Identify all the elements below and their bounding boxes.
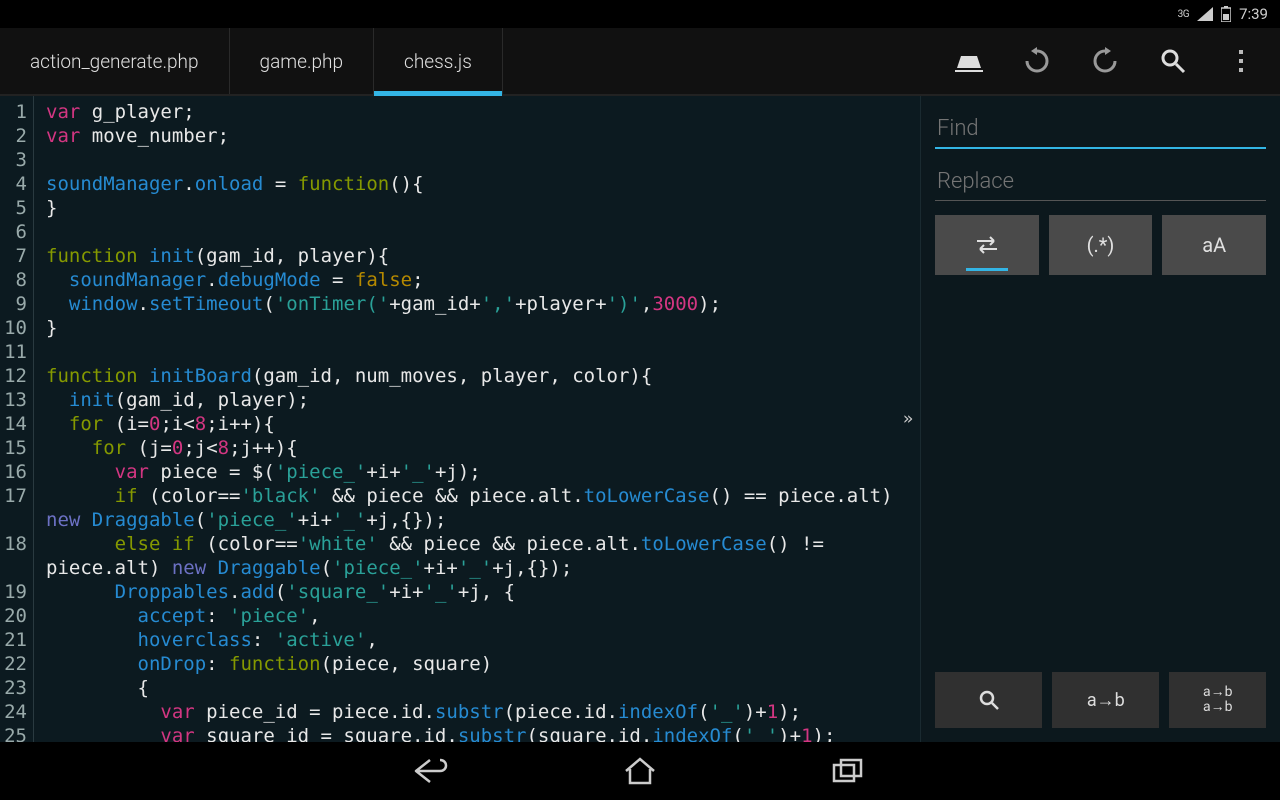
find-input[interactable] (935, 110, 1266, 149)
replace-input[interactable] (935, 163, 1266, 201)
redo-icon[interactable] (1086, 42, 1124, 80)
home-button[interactable] (616, 751, 664, 791)
replace-all-line2: a→b (1203, 700, 1232, 715)
tabs: action_generate.php game.php chess.js (0, 28, 503, 94)
back-button[interactable] (408, 751, 456, 791)
battery-icon (1221, 6, 1231, 22)
clock: 7:39 (1239, 5, 1268, 23)
line-number-gutter: 1234567891011121314151617 18 19202122232… (0, 96, 34, 742)
loop-toggle[interactable] (935, 215, 1039, 275)
search-action-row: a→b a→b a→b (935, 672, 1266, 728)
code-content[interactable]: var g_player;var move_number; soundManag… (34, 96, 896, 742)
find-next-button[interactable] (935, 672, 1042, 728)
search-icon[interactable] (1154, 42, 1192, 80)
find-replace-panel: (.*) aA a→b a→b a→b (920, 96, 1280, 742)
collapse-panel-icon[interactable]: » (896, 96, 920, 742)
search-options: (.*) aA (935, 215, 1266, 275)
overflow-icon[interactable] (1222, 42, 1260, 80)
replace-button[interactable]: a→b (1052, 672, 1159, 728)
replace-all-line1: a→b (1203, 685, 1232, 700)
tab-chess[interactable]: chess.js (374, 28, 503, 94)
network-3g-icon: 3G (1178, 9, 1189, 20)
recent-apps-button[interactable] (824, 751, 872, 791)
tab-bar: action_generate.php game.php chess.js (0, 28, 1280, 96)
signal-icon (1197, 7, 1213, 21)
tab-action-generate[interactable]: action_generate.php (0, 28, 230, 94)
tab-game[interactable]: game.php (230, 28, 374, 94)
regex-toggle[interactable]: (.*) (1049, 215, 1153, 275)
replace-all-button[interactable]: a→b a→b (1169, 672, 1266, 728)
android-status-bar: 3G 7:39 (0, 0, 1280, 28)
save-icon[interactable] (950, 42, 988, 80)
case-toggle[interactable]: aA (1162, 215, 1266, 275)
toolbar-actions (950, 28, 1280, 94)
code-editor[interactable]: 1234567891011121314151617 18 19202122232… (0, 96, 896, 742)
android-nav-bar (0, 742, 1280, 800)
main-area: 1234567891011121314151617 18 19202122232… (0, 96, 1280, 742)
undo-icon[interactable] (1018, 42, 1056, 80)
